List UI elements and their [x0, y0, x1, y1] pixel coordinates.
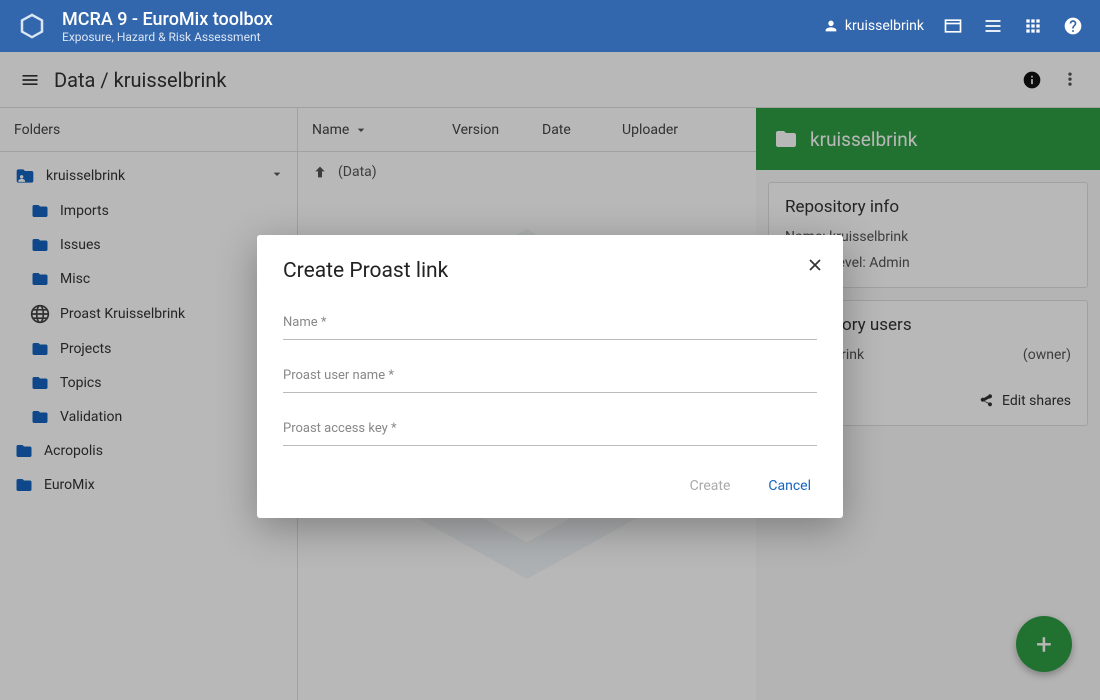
app-titles: MCRA 9 - EuroMix toolbox Exposure, Hazar…	[62, 9, 809, 44]
field-name: Name *	[283, 311, 817, 340]
help-button[interactable]	[1062, 15, 1084, 37]
cancel-button[interactable]: Cancel	[762, 470, 817, 502]
card-view-button[interactable]	[942, 15, 964, 37]
app-bar: MCRA 9 - EuroMix toolbox Exposure, Hazar…	[0, 0, 1100, 52]
dialog-title: Create Proast link	[283, 259, 817, 283]
person-icon	[823, 18, 839, 34]
card-icon	[943, 16, 963, 36]
apps-button[interactable]	[1022, 15, 1044, 37]
create-proast-dialog: Create Proast link Name * Proast user na…	[257, 235, 843, 518]
username-label: kruisselbrink	[845, 18, 924, 34]
app-title: MCRA 9 - EuroMix toolbox	[62, 9, 809, 30]
list-view-button[interactable]	[982, 15, 1004, 37]
access-key-input[interactable]	[283, 417, 817, 446]
list-icon	[983, 16, 1003, 36]
current-user[interactable]: kruisselbrink	[823, 18, 924, 34]
create-button[interactable]: Create	[684, 470, 737, 502]
name-input[interactable]	[283, 311, 817, 340]
field-access-key: Proast access key *	[283, 417, 817, 446]
app-logo	[16, 10, 48, 42]
close-icon	[805, 255, 825, 275]
proast-user-input[interactable]	[283, 364, 817, 393]
app-subtitle: Exposure, Hazard & Risk Assessment	[62, 30, 809, 44]
help-icon	[1063, 16, 1083, 36]
modal-scrim[interactable]: Create Proast link Name * Proast user na…	[0, 52, 1100, 700]
field-proast-user: Proast user name *	[283, 364, 817, 393]
apps-icon	[1023, 16, 1043, 36]
dialog-close-button[interactable]	[805, 255, 825, 279]
